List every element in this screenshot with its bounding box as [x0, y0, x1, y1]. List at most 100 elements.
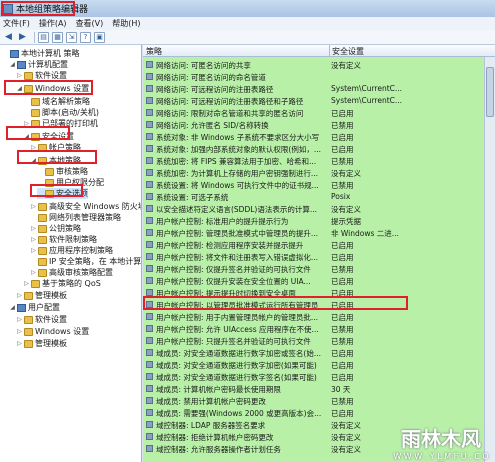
table-row[interactable]: 用户帐户控制: 管理员批准模式中管理员的提升... 非 Windows 二进...	[143, 227, 495, 238]
table-row[interactable]: 用户帐户控制: 用于内置管理员帐户的管理员批... 已启用	[143, 311, 495, 322]
policy-setting: 已禁用	[331, 181, 354, 190]
tree-item[interactable]: ▷ 软件限制策略	[30, 234, 97, 245]
policy-name: 网络访问: 可远程访问的注册表路径	[156, 85, 274, 94]
expander-arrow-icon[interactable]: ▷	[30, 225, 37, 232]
tree-item[interactable]: 网络列表管理器策略	[30, 212, 121, 223]
expander-arrow-icon[interactable]: ▷	[30, 236, 37, 243]
tree-item-label: 高级审核策略配置	[49, 268, 113, 277]
properties-icon[interactable]: ▦	[52, 31, 63, 43]
table-row[interactable]: 系统加密: 将 FIPS 兼容算法用于加密、哈希和... 已禁用	[143, 155, 495, 166]
highlight-local-policies	[17, 150, 97, 164]
table-row[interactable]: 用户帐户控制: 允许 UIAccess 应用程序在不使... 已禁用	[143, 323, 495, 334]
expander-arrow-icon[interactable]: ▷	[16, 316, 23, 323]
tree-item[interactable]: ◢ 用户配置	[9, 302, 60, 313]
table-row[interactable]: 域成员: 禁用计算机帐户密码更改 已禁用	[143, 395, 495, 406]
back-arrow-icon[interactable]: ◀	[3, 32, 14, 43]
table-row[interactable]: 系统设置: 可选子系统 Posix	[143, 191, 495, 202]
policy-icon	[146, 145, 153, 152]
table-row[interactable]: 系统加密: 为计算机上存储的用户密钥强制进行... 没有定义	[143, 167, 495, 178]
tree-item[interactable]: IP 安全策略，在 本地计算机	[30, 256, 141, 267]
table-row[interactable]: 用户帐户控制: 仅提升签名并验证的可执行文件 已禁用	[143, 263, 495, 274]
tree-item-label: 基于策略的 QoS	[42, 279, 101, 288]
policy-name: 用户帐户控制: 标准用户的提升提示行为	[156, 217, 289, 226]
forward-arrow-icon[interactable]: ▶	[17, 32, 28, 43]
tree-item[interactable]: ▷ Windows 设置	[16, 326, 89, 337]
tree-item-label: Windows 设置	[35, 327, 90, 336]
tree-item[interactable]: ◢ 计算机配置	[9, 59, 68, 70]
table-row[interactable]: 域成员: 需要强(Windows 2000 或更高版本)会... 已启用	[143, 407, 495, 418]
expander-arrow-icon[interactable]: ▷	[16, 292, 23, 299]
tree-item[interactable]: 审核策略	[37, 166, 88, 177]
tree-item[interactable]: ▷ 高级审核策略配置	[30, 267, 113, 278]
show-hide-tree-icon[interactable]: ▤	[38, 31, 49, 43]
tree-item[interactable]: ▷ 高级安全 Windows 防火墙	[30, 201, 141, 212]
expander-arrow-icon[interactable]: ◢	[9, 61, 16, 68]
table-row[interactable]: 用户帐户控制: 标准用户的提升提示行为 提示凭据	[143, 215, 495, 226]
expander-arrow-icon[interactable]: ▷	[23, 280, 30, 287]
help-icon[interactable]: ?	[80, 31, 91, 43]
scrollbar-thumb[interactable]	[486, 67, 494, 117]
policy-name: 用户帐户控制: 允许 UIAccess 应用程序在不使...	[156, 325, 319, 334]
expander-arrow-icon[interactable]: ▷	[16, 328, 23, 335]
tree-item-label: 用户配置	[28, 303, 60, 312]
title-highlight-box	[1, 1, 75, 16]
column-header-setting[interactable]: 安全设置	[332, 46, 364, 57]
table-row[interactable]: 用户帐户控制: 仅提升安装在安全位置的 UIA... 已启用	[143, 275, 495, 286]
policy-name: 域成员: 需要强(Windows 2000 或更高版本)会...	[156, 409, 322, 418]
table-row[interactable]: 用户帐户控制: 将文件和注册表写入错误虚拟化... 已启用	[143, 251, 495, 262]
table-row[interactable]: 网络访问: 可远程访问的注册表路径和子路径 System\CurrentC...	[143, 95, 495, 106]
policy-setting: 已启用	[331, 361, 354, 370]
tree-item-label: 管理模板	[35, 291, 67, 300]
table-row[interactable]: 网络访问: 可远程访问的注册表路径 System\CurrentC...	[143, 83, 495, 94]
table-row[interactable]: 用户帐户控制: 检测应用程序安装并提示提升 已启用	[143, 239, 495, 250]
policy-icon	[146, 265, 153, 272]
table-row[interactable]: 域成员: 对安全通道数据进行数字签名(如果可能) 已启用	[143, 371, 495, 382]
expander-arrow-icon[interactable]: ▷	[16, 340, 23, 347]
table-row[interactable]: 域成员: 对安全通道数据进行数字加密(如果可能) 已启用	[143, 359, 495, 370]
column-header-policy[interactable]: 策略	[146, 46, 162, 57]
table-row[interactable]: 域成员: 计算机帐户密码最长使用期限 30 天	[143, 383, 495, 394]
table-row[interactable]: 网络访问: 可匿名访问的共享 没有定义	[143, 59, 495, 70]
menu-file[interactable]: 文件(F)	[3, 18, 30, 29]
vertical-scrollbar[interactable]	[484, 57, 495, 462]
policy-icon	[146, 337, 153, 344]
menu-view[interactable]: 查看(V)	[76, 18, 104, 29]
export-list-icon[interactable]: ⇲	[66, 31, 77, 43]
tree-item[interactable]: ▷ 软件设置	[16, 314, 67, 325]
policy-setting: 没有定义	[331, 205, 361, 214]
folder-icon	[24, 339, 33, 348]
tree-item-label: 软件设置	[35, 315, 67, 324]
expander-arrow-icon[interactable]: ◢	[9, 304, 16, 311]
tree-item[interactable]: ▷ 管理模板	[16, 338, 67, 349]
tree-item-label: 管理模板	[35, 339, 67, 348]
policy-icon	[146, 181, 153, 188]
tree-item[interactable]: ▷ 基于策略的 QoS	[23, 278, 101, 289]
tree-item[interactable]: 脚本(启动/关机)	[23, 107, 99, 118]
tree-item[interactable]: ▷ 公钥策略	[30, 223, 81, 234]
console-icon[interactable]: ▣	[94, 31, 105, 43]
table-row[interactable]: 以安全描述符定义语言(SDDL)语法表示的计算... 没有定义	[143, 203, 495, 214]
table-row[interactable]: 系统对象: 非 Windows 子系统不要求区分大小写 已启用	[143, 131, 495, 142]
tree-item[interactable]: ▷ 应用程序控制策略	[30, 245, 113, 256]
expander-arrow-icon[interactable]: ▷	[16, 72, 23, 79]
policy-setting: 已启用	[331, 109, 354, 118]
table-row[interactable]: 域成员: 对安全通道数据进行数字加密或签名(始... 已启用	[143, 347, 495, 358]
menu-action[interactable]: 操作(A)	[39, 18, 67, 29]
table-row[interactable]: 网络访问: 可匿名访问的命名管道	[143, 71, 495, 82]
table-row[interactable]: 用户帐户控制: 只提升签名并验证的可执行文件 已禁用	[143, 335, 495, 346]
policy-setting: 已启用	[331, 241, 354, 250]
table-row[interactable]: 网络访问: 限制对命名管道和共享的匿名访问 已启用	[143, 107, 495, 118]
expander-arrow-icon[interactable]: ▷	[30, 269, 37, 276]
expander-arrow-icon[interactable]: ▷	[30, 247, 37, 254]
table-row[interactable]: 系统设置: 将 Windows 可执行文件中的证书规... 已禁用	[143, 179, 495, 190]
policy-icon	[146, 217, 153, 224]
policy-name: 用户帐户控制: 检测应用程序安装并提示提升	[156, 241, 304, 250]
table-row[interactable]: 网络访问: 允许匿名 SID/名称转换 已禁用	[143, 119, 495, 130]
table-row[interactable]: 系统对象: 加强内部系统对象的默认权限(例如，... 已启用	[143, 143, 495, 154]
menu-help[interactable]: 帮助(H)	[112, 18, 140, 29]
tree-item[interactable]: 域名解析策略	[23, 96, 90, 107]
tree-item[interactable]: 本地计算机 策略	[2, 48, 80, 59]
column-divider[interactable]	[329, 45, 330, 57]
tree-item[interactable]: ▷ 管理模板	[16, 290, 67, 301]
expander-arrow-icon[interactable]: ▷	[30, 203, 37, 210]
